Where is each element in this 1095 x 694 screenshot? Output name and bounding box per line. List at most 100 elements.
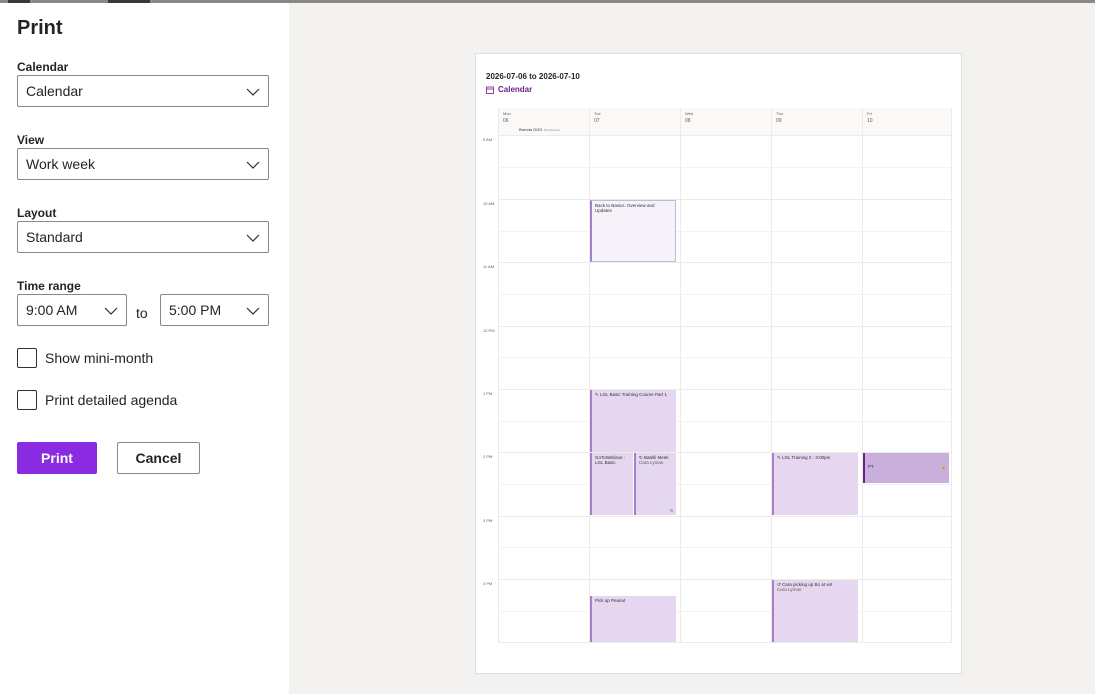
chevron-down-icon [246,161,260,169]
preview-calendar-name: Calendar [486,85,532,94]
all-day-event: Brenda OOO Brenda Ann [498,126,589,134]
hour-line [498,516,951,517]
calendar-event[interactable]: ✎ LGL Training 2 - 3:00pm [772,453,858,515]
column-divider [862,108,863,643]
event-title: Back to Basics: Overview and Updates [595,203,655,213]
day-header-thu: Thu 09 [771,108,862,135]
end-time-select[interactable]: 5:00 PM [160,294,269,326]
half-hour-line [498,357,951,358]
day-name: Tue [594,111,601,116]
print-preview-page: 2026-07-06 to 2026-07-10 Calendar Mon 06… [475,53,962,674]
column-divider [951,108,952,643]
event-organizer: Cara Lyman [639,460,664,465]
column-divider [680,108,681,643]
cancel-button[interactable]: Cancel [117,442,200,474]
day-name: Thu [776,111,783,116]
preview-calendar-label: Calendar [498,85,533,94]
day-name: Wed [685,111,694,116]
calendar-event[interactable]: GoToWebinar - LGL Basic [590,453,633,515]
panel-title: Print [17,17,63,39]
day-header-wed: Wed 08 [680,108,771,135]
hour-line [498,326,951,327]
day-header-tue: Tue 07 [589,108,680,135]
event-title: GoToWebinar - LGL Basic [595,455,626,465]
hour-line [498,135,951,136]
time-label: 12 PM [483,328,495,333]
all-day-event-title: Brenda OOO [519,127,543,132]
column-divider [589,108,590,643]
time-label: 1 PM [483,391,493,396]
show-mini-month-label: Show mini-month [45,350,154,366]
hour-line [498,579,951,580]
show-mini-month-option[interactable]: Show mini-month [17,348,153,368]
calendar-event[interactable]: PT 🔒 [863,453,949,483]
day-name: Mon [503,111,511,116]
calendar-event[interactable]: ↺ Cara picking up Bo at vet Cara Lyman [772,580,858,642]
time-label: 3 PM [483,518,493,523]
all-day-event-organizer: Brenda Ann [544,128,561,132]
preview-date-range: 2026-07-06 to 2026-07-10 [486,72,580,81]
event-title: ✎ LGL Training 2 - 3:00pm [777,455,831,460]
layout-label: Layout [17,206,57,220]
calendar-event[interactable]: ↻ Batelli Meeti Cara Lyman ⊡ [634,453,676,515]
view-select-value: Work week [26,156,95,172]
half-hour-line [498,547,951,548]
calendar-event[interactable]: Pick up Peanut [590,596,676,642]
start-time-select[interactable]: 9:00 AM [17,294,127,326]
layout-select[interactable]: Standard [17,221,269,253]
half-hour-line [498,484,951,485]
end-time-value: 5:00 PM [169,302,222,318]
print-detailed-agenda-option[interactable]: Print detailed agenda [17,390,177,410]
time-label: 11 AM [483,264,495,269]
show-mini-month-checkbox[interactable] [17,348,37,368]
day-header-fri: Fri 10 [862,108,951,135]
hour-line [498,642,951,643]
time-label: 2 PM [483,454,493,459]
half-hour-line [498,421,951,422]
calendar-select-value: Calendar [26,83,83,99]
print-detailed-agenda-label: Print detailed agenda [45,392,178,408]
calendar-icon [486,86,494,94]
print-button[interactable]: Print [17,442,97,474]
calendar-label: Calendar [17,60,69,74]
hour-line [498,262,951,263]
time-label: 4 PM [483,581,493,586]
event-title: PT [868,464,874,469]
print-detailed-agenda-checkbox[interactable] [17,390,37,410]
column-divider [498,108,499,643]
layout-select-value: Standard [26,229,83,245]
hour-line [498,389,951,390]
day-number: 08 [685,118,691,124]
chevron-down-icon [246,234,260,242]
column-divider [771,108,772,643]
lock-icon: 🔒 [941,464,946,469]
week-grid: Mon 06 Tue 07 Wed 08 Thu 09 Fri 10 Brend… [480,108,952,643]
event-organizer: Cara Lyman [777,587,802,592]
start-time-value: 9:00 AM [26,302,78,318]
time-label: 10 AM [483,201,495,206]
day-number: 07 [594,118,600,124]
day-number: 06 [503,118,509,124]
half-hour-line [498,231,951,232]
day-number: 09 [776,118,782,124]
view-select[interactable]: Work week [17,148,269,180]
calendar-event[interactable]: ✎ LGL Basic Training Course Part 1 [590,390,676,452]
half-hour-line [498,294,951,295]
calendar-event[interactable]: Back to Basics: Overview and Updates [590,200,676,262]
chevron-down-icon [246,88,260,96]
view-label: View [17,133,45,147]
event-status-icon: ⊡ [669,508,673,513]
half-hour-line [498,167,951,168]
half-hour-line [498,611,951,612]
chevron-down-icon [246,307,260,315]
hour-line [498,199,951,200]
print-settings-panel: Print Calendar Calendar View Work week L… [0,3,289,694]
time-label: 9 AM [483,137,493,142]
day-name: Fri [867,111,872,116]
event-title: Pick up Peanut [595,598,626,603]
calendar-select[interactable]: Calendar [17,75,269,107]
time-range-label: Time range [17,279,81,293]
to-label: to [136,305,148,321]
chevron-down-icon [104,307,118,315]
day-number: 10 [867,118,873,124]
